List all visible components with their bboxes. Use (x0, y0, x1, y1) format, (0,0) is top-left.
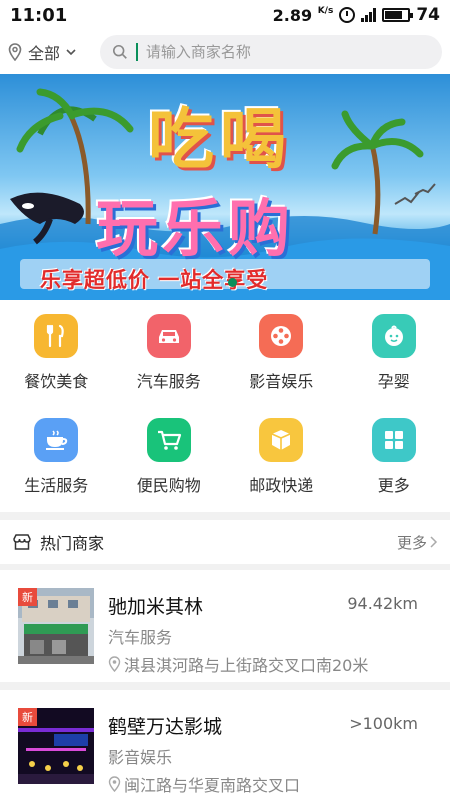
location-selector[interactable]: 全部 (8, 40, 100, 64)
category-more[interactable]: 更多 (338, 408, 450, 512)
film-reel-icon (259, 314, 304, 358)
text-cursor (136, 43, 138, 61)
status-bar: 11:01 2.89 K/s 74 (0, 0, 450, 30)
search-input[interactable] (145, 43, 430, 61)
location-pin-icon (8, 43, 22, 61)
search-bar[interactable] (100, 35, 442, 69)
new-badge: 新 (18, 708, 37, 726)
chevron-down-icon (66, 49, 76, 56)
battery-level: 74 (416, 5, 440, 25)
category-auto[interactable]: 汽车服务 (113, 304, 226, 408)
header: 全部 (0, 30, 450, 74)
grid-icon (371, 418, 416, 462)
location-label: 全部 (28, 44, 61, 63)
hot-merchants-title-group: 热门商家 (12, 530, 104, 554)
utensils-icon (34, 314, 79, 358)
chevron-right-icon (430, 536, 438, 548)
storefront-icon (13, 534, 31, 550)
new-badge: 新 (18, 588, 37, 606)
coffee-cup-icon (34, 418, 79, 462)
package-icon (259, 418, 304, 462)
category-label: 更多 (377, 476, 410, 495)
more-label: 更多 (396, 533, 427, 552)
merchant-distance: 94.42km (347, 594, 418, 613)
merchant-address: 闽江路与华夏南路交叉口 (108, 772, 300, 796)
category-label: 汽车服务 (136, 372, 201, 391)
category-label: 便民购物 (136, 476, 201, 495)
category-grid: 餐饮美食 汽车服务 影音娱乐 孕婴 生活服务 便民购物 邮政快递 更多 (0, 300, 450, 512)
hot-merchants-header: 热门商家 更多 (0, 520, 450, 564)
merchant-address-text: 闽江路与华夏南路交叉口 (124, 776, 301, 795)
status-time: 11:01 (10, 4, 68, 26)
search-icon (112, 44, 127, 59)
location-pin-icon (108, 776, 121, 792)
shopping-cart-icon (146, 418, 191, 462)
carousel-indicator (228, 278, 237, 287)
more-merchants-link[interactable]: 更多 (397, 532, 438, 553)
promo-banner[interactable]: 吃喝 玩乐购 乐享超低价 一站全享受 (0, 74, 450, 300)
alarm-icon (339, 7, 356, 23)
banner-subheadline: 玩乐购 (96, 192, 295, 265)
merchant-item[interactable]: 新 鹤壁万达影城 >100km 影音娱乐 闽江路与华夏南路交叉口 (0, 690, 450, 800)
category-entertainment[interactable]: 影音娱乐 (225, 304, 338, 408)
category-label: 影音娱乐 (249, 372, 314, 391)
battery-icon (382, 8, 414, 22)
category-label: 生活服务 (24, 476, 89, 495)
category-label: 餐饮美食 (24, 372, 89, 391)
merchant-thumbnail: 新 (18, 588, 94, 664)
category-dining[interactable]: 餐饮美食 (0, 304, 113, 408)
status-indicators: 2.89 K/s 74 (273, 5, 440, 25)
location-pin-icon (108, 656, 121, 672)
merchant-address-text: 淇县淇河路与上街路交叉口南20米 (124, 656, 369, 675)
merchant-thumbnail: 新 (18, 708, 94, 784)
category-life-services[interactable]: 生活服务 (0, 408, 113, 512)
category-label: 邮政快递 (249, 476, 314, 495)
network-speed: 2.89 K/s (272, 5, 334, 25)
category-label: 孕婴 (377, 372, 410, 391)
signal-icon (361, 8, 377, 22)
category-shopping[interactable]: 便民购物 (113, 408, 226, 512)
merchant-address: 淇县淇河路与上街路交叉口南20米 (108, 652, 368, 676)
merchant-item[interactable]: 新 驰加米其林 94.42km 汽车服务 淇县淇河路与上街路交叉口南20米 (0, 570, 450, 682)
merchant-category: 汽车服务 (108, 628, 173, 647)
car-icon (146, 314, 191, 358)
category-maternity[interactable]: 孕婴 (338, 304, 450, 408)
banner-headline: 吃喝 (148, 101, 292, 178)
merchant-category: 影音娱乐 (108, 748, 173, 767)
section-title: 热门商家 (40, 534, 105, 553)
merchant-distance: >100km (349, 714, 418, 733)
merchant-name: 驰加米其林 (108, 596, 204, 618)
category-postal[interactable]: 邮政快递 (225, 408, 338, 512)
merchant-name: 鹤壁万达影城 (108, 716, 223, 738)
baby-icon (371, 314, 416, 358)
